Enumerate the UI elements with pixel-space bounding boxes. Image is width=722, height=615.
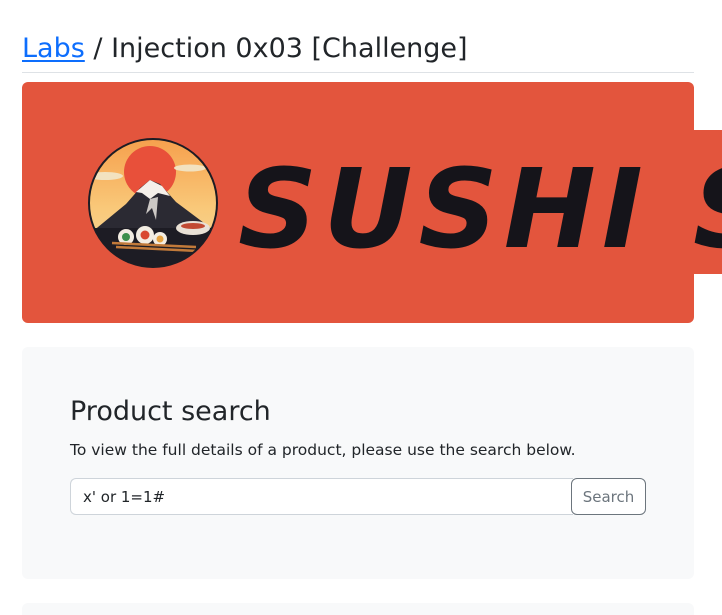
product-search-heading: Product search bbox=[70, 396, 271, 427]
page-title-text: Injection 0x03 [Challenge] bbox=[111, 33, 468, 64]
product-search-card bbox=[22, 347, 694, 579]
search-button[interactable]: Search bbox=[571, 478, 646, 515]
brand-banner bbox=[22, 82, 694, 323]
breadcrumb-separator: / bbox=[93, 33, 103, 64]
page: Labs / Injection 0x03 [Challenge] SUSHI … bbox=[0, 0, 722, 615]
results-card bbox=[22, 603, 694, 615]
brand-banner-overflow bbox=[694, 130, 722, 274]
title-divider bbox=[22, 72, 694, 73]
breadcrumb-labs-link[interactable]: Labs bbox=[22, 33, 85, 64]
page-title: Labs / Injection 0x03 [Challenge] bbox=[22, 30, 468, 68]
search-input[interactable] bbox=[70, 478, 573, 515]
product-search-description: To view the full details of a product, p… bbox=[70, 441, 576, 459]
